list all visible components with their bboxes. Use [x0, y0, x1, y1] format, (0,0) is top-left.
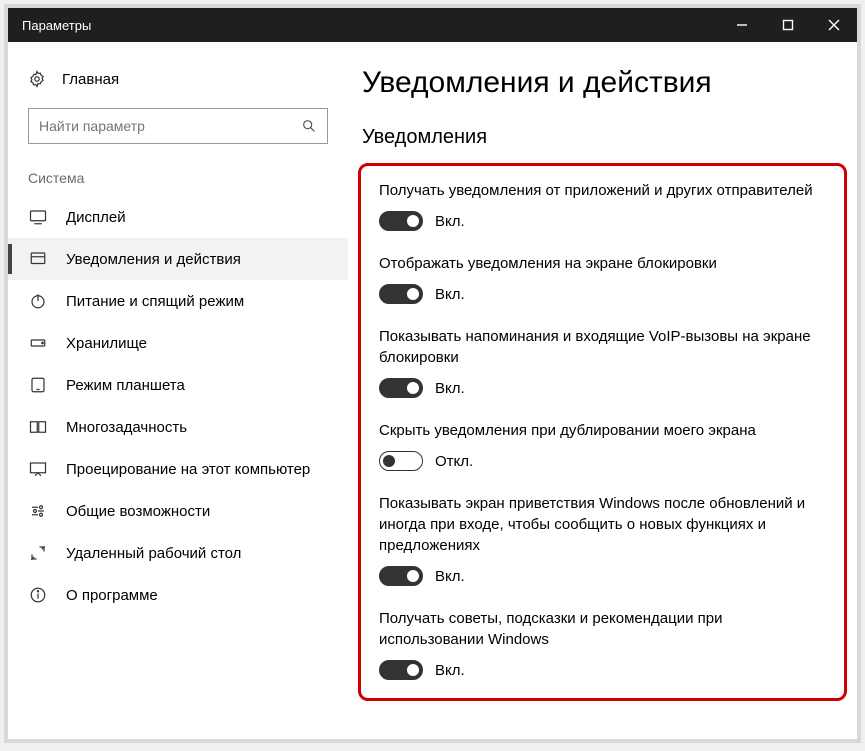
- sidebar-item-multitasking[interactable]: Многозадачность: [8, 406, 348, 448]
- sidebar-item-about[interactable]: О программе: [8, 574, 348, 616]
- toggle-state-label: Вкл.: [435, 213, 465, 230]
- setting-item: Скрыть уведомления при дублировании моег…: [379, 420, 826, 471]
- setting-item: Отображать уведомления на экране блокиро…: [379, 253, 826, 304]
- nav-label: Уведомления и действия: [66, 251, 241, 268]
- toggle-state-label: Вкл.: [435, 380, 465, 397]
- setting-label: Получать уведомления от приложений и дру…: [379, 180, 826, 201]
- toggle-row: Вкл.: [379, 566, 826, 586]
- setting-label: Показывать напоминания и входящие VoIP-в…: [379, 326, 826, 368]
- close-button[interactable]: [811, 8, 857, 42]
- power-icon: [28, 292, 48, 310]
- toggle-switch[interactable]: [379, 284, 423, 304]
- setting-label: Скрыть уведомления при дублировании моег…: [379, 420, 826, 441]
- tablet-icon: [28, 376, 48, 394]
- projecting-icon: [28, 460, 48, 478]
- home-button[interactable]: Главная: [8, 60, 348, 98]
- nav-list: Дисплей Уведомления и действия Питание и…: [8, 196, 348, 616]
- setting-label: Показывать экран приветствия Windows пос…: [379, 493, 826, 556]
- notifications-icon: [28, 250, 48, 268]
- settings-highlight: Получать уведомления от приложений и дру…: [358, 163, 847, 701]
- sidebar-section-label: Система: [8, 162, 348, 196]
- setting-item: Получать уведомления от приложений и дру…: [379, 180, 826, 231]
- nav-label: Дисплей: [66, 209, 126, 226]
- page-title: Уведомления и действия: [358, 66, 847, 100]
- toggle-switch[interactable]: [379, 378, 423, 398]
- toggle-state-label: Вкл.: [435, 662, 465, 679]
- about-icon: [28, 586, 48, 604]
- setting-item: Показывать экран приветствия Windows пос…: [379, 493, 826, 586]
- shared-icon: [28, 502, 48, 520]
- main-panel: Уведомления и действия Уведомления Получ…: [348, 42, 857, 739]
- toggle-row: Вкл.: [379, 284, 826, 304]
- sidebar-item-projecting[interactable]: Проецирование на этот компьютер: [8, 448, 348, 490]
- toggle-state-label: Вкл.: [435, 568, 465, 585]
- search-container: [8, 98, 348, 162]
- setting-label: Получать советы, подсказки и рекомендаци…: [379, 608, 826, 650]
- sidebar-item-tablet[interactable]: Режим планшета: [8, 364, 348, 406]
- toggle-switch[interactable]: [379, 211, 423, 231]
- storage-icon: [28, 334, 48, 352]
- client-area: Главная Система: [8, 42, 857, 739]
- nav-label: Питание и спящий режим: [66, 293, 244, 310]
- toggle-row: Откл.: [379, 451, 826, 471]
- nav-label: Удаленный рабочий стол: [66, 545, 241, 562]
- toggle-switch[interactable]: [379, 660, 423, 680]
- sidebar-item-power[interactable]: Питание и спящий режим: [8, 280, 348, 322]
- sidebar-item-remote[interactable]: Удаленный рабочий стол: [8, 532, 348, 574]
- setting-label: Отображать уведомления на экране блокиро…: [379, 253, 826, 274]
- gear-icon: [28, 70, 46, 88]
- window-title: Параметры: [22, 18, 91, 33]
- remote-icon: [28, 544, 48, 562]
- display-icon: [28, 208, 48, 226]
- window-controls: [719, 8, 857, 42]
- toggle-state-label: Откл.: [435, 453, 473, 470]
- search-box[interactable]: [28, 108, 328, 144]
- toggle-row: Вкл.: [379, 660, 826, 680]
- sidebar: Главная Система: [8, 42, 348, 739]
- sidebar-item-shared[interactable]: Общие возможности: [8, 490, 348, 532]
- search-icon: [301, 118, 317, 134]
- multitasking-icon: [28, 418, 48, 436]
- toggle-switch[interactable]: [379, 451, 423, 471]
- nav-label: Хранилище: [66, 335, 147, 352]
- toggle-state-label: Вкл.: [435, 286, 465, 303]
- home-label: Главная: [62, 71, 119, 88]
- section-title: Уведомления: [358, 126, 847, 149]
- settings-window: Параметры Главная: [4, 4, 861, 743]
- nav-label: Общие возможности: [66, 503, 210, 520]
- toggle-row: Вкл.: [379, 378, 826, 398]
- search-input[interactable]: [39, 118, 301, 134]
- sidebar-item-storage[interactable]: Хранилище: [8, 322, 348, 364]
- maximize-button[interactable]: [765, 8, 811, 42]
- sidebar-item-display[interactable]: Дисплей: [8, 196, 348, 238]
- nav-label: Режим планшета: [66, 377, 185, 394]
- nav-label: Многозадачность: [66, 419, 187, 436]
- nav-label: О программе: [66, 587, 158, 604]
- setting-item: Получать советы, подсказки и рекомендаци…: [379, 608, 826, 680]
- toggle-row: Вкл.: [379, 211, 826, 231]
- minimize-button[interactable]: [719, 8, 765, 42]
- sidebar-item-notifications[interactable]: Уведомления и действия: [8, 238, 348, 280]
- nav-label: Проецирование на этот компьютер: [66, 461, 310, 478]
- toggle-switch[interactable]: [379, 566, 423, 586]
- setting-item: Показывать напоминания и входящие VoIP-в…: [379, 326, 826, 398]
- titlebar: Параметры: [8, 8, 857, 42]
